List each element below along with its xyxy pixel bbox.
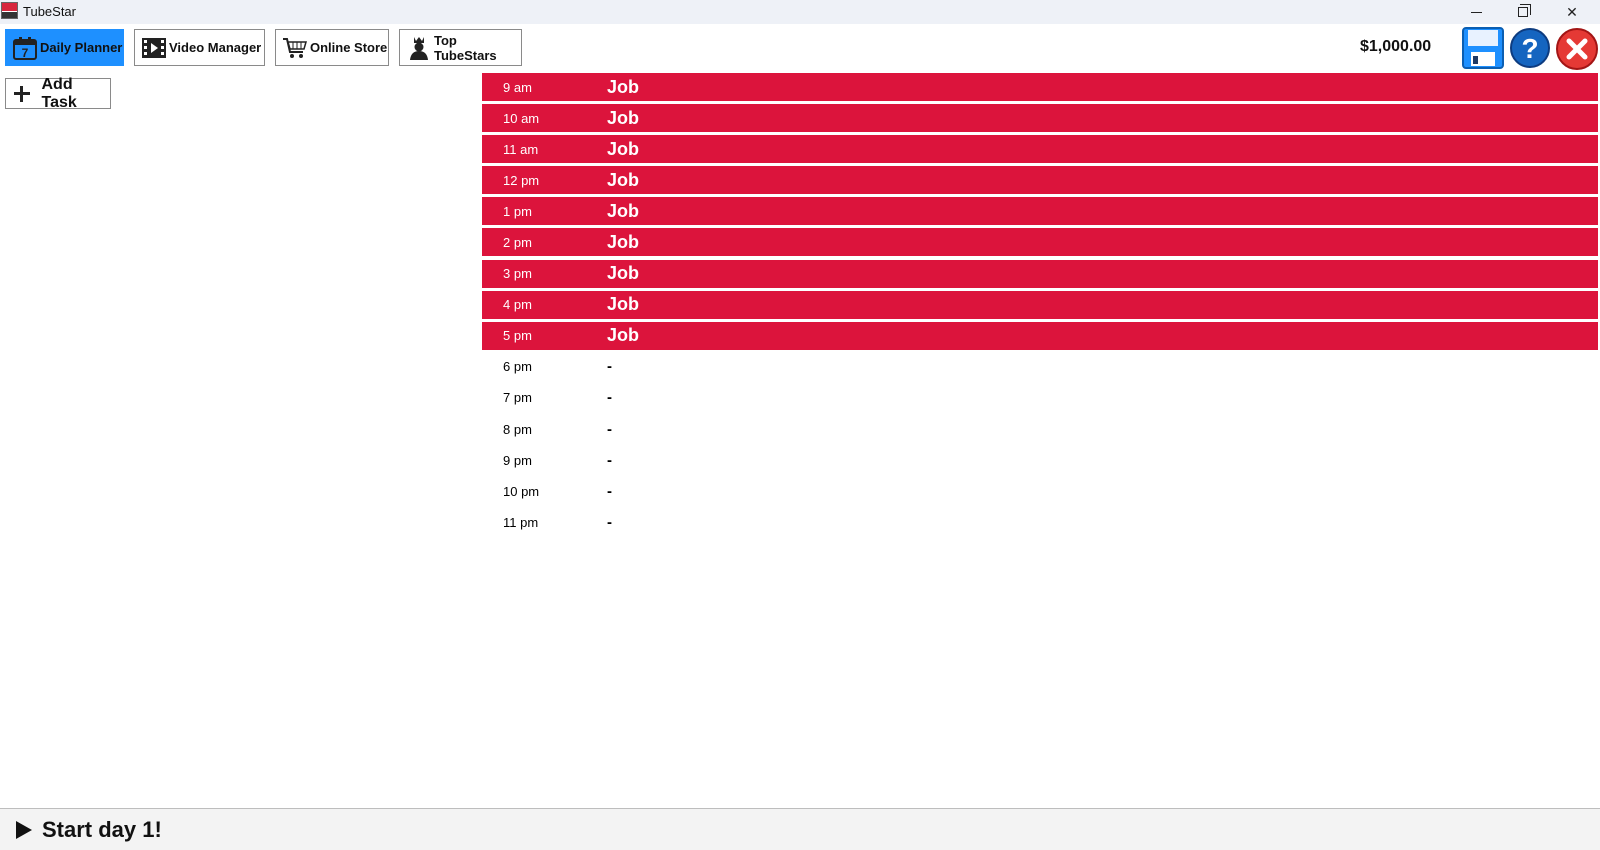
schedule-task: Job bbox=[607, 200, 640, 221]
tab-top-tubestars[interactable]: Top TubeStars bbox=[399, 29, 522, 66]
schedule-time: 8 pm bbox=[503, 421, 532, 437]
app-logo-icon bbox=[1, 2, 18, 19]
schedule-row[interactable]: 3 pm Job bbox=[482, 259, 1598, 288]
money-balance: $1,000.00 bbox=[1360, 38, 1432, 55]
tab-online-store[interactable]: Online Store bbox=[275, 29, 389, 66]
schedule-task: Job bbox=[607, 138, 640, 159]
schedule-row[interactable]: 11 pm - bbox=[482, 508, 1598, 536]
add-task-button[interactable]: Add Task bbox=[5, 75, 111, 111]
schedule-time: 11 am bbox=[503, 141, 539, 157]
help-button[interactable]: ? bbox=[1510, 28, 1550, 68]
add-task-label: Add Task bbox=[41, 75, 77, 111]
window-close-button[interactable]: ✕ bbox=[1549, 0, 1595, 24]
save-button[interactable] bbox=[1462, 27, 1504, 69]
schedule-row[interactable]: 2 pm Job bbox=[482, 228, 1598, 257]
schedule-task: - bbox=[607, 513, 612, 531]
title-bar: TubeStar ✕ bbox=[0, 0, 1600, 24]
schedule-time: 7 pm bbox=[503, 390, 532, 406]
tab-online-store-label: Online Store bbox=[310, 40, 388, 55]
schedule-time: 2 pm bbox=[503, 234, 532, 250]
start-day-label: Start day 1! bbox=[42, 816, 162, 842]
schedule-task: Job bbox=[607, 231, 640, 252]
minimize-button[interactable] bbox=[1453, 0, 1499, 24]
schedule-time: 11 pm bbox=[503, 514, 539, 530]
schedule-row[interactable]: 6 pm - bbox=[482, 353, 1598, 381]
schedule-task: - bbox=[607, 482, 612, 500]
schedule-row[interactable]: 11 am Job bbox=[482, 135, 1598, 164]
tab-daily-planner-label: Daily Planner bbox=[40, 40, 123, 55]
schedule-time: 9 pm bbox=[503, 452, 532, 468]
schedule-row[interactable]: 8 pm - bbox=[482, 415, 1598, 443]
plus-icon bbox=[14, 85, 31, 102]
schedule-row[interactable]: 5 pm Job bbox=[482, 321, 1598, 350]
schedule-time: 1 pm bbox=[503, 203, 532, 219]
schedule-task: - bbox=[607, 389, 612, 407]
svg-text:?: ? bbox=[1521, 33, 1538, 64]
schedule-time: 3 pm bbox=[503, 266, 532, 282]
crown-person-icon bbox=[406, 35, 432, 61]
tab-video-manager-label: Video Manager bbox=[169, 40, 262, 55]
tab-video-manager[interactable]: Video Manager bbox=[134, 29, 265, 66]
minimize-icon bbox=[1470, 11, 1482, 13]
play-icon bbox=[16, 820, 32, 839]
restore-button[interactable] bbox=[1500, 0, 1546, 24]
schedule-row[interactable]: 9 am Job bbox=[482, 73, 1598, 101]
restore-icon bbox=[1518, 4, 1531, 17]
schedule-time: 5 pm bbox=[503, 328, 532, 344]
daily-schedule: 9 am Job 10 am Job 11 am Job 12 pm Job 1 pm Job 2 … bbox=[482, 73, 1598, 539]
cart-icon bbox=[282, 35, 308, 61]
calendar-icon: 7 bbox=[12, 35, 38, 61]
schedule-row[interactable]: 1 pm Job bbox=[482, 197, 1598, 226]
schedule-time: 9 am bbox=[503, 79, 532, 95]
schedule-task: - bbox=[607, 420, 612, 438]
schedule-row[interactable]: 7 pm - bbox=[482, 384, 1598, 412]
schedule-time: 12 pm bbox=[503, 172, 540, 188]
floppy-disk-icon bbox=[1462, 27, 1504, 69]
schedule-row[interactable]: 4 pm Job bbox=[482, 290, 1598, 319]
schedule-row[interactable]: 12 pm Job bbox=[482, 166, 1598, 195]
schedule-row[interactable]: 10 pm - bbox=[482, 477, 1598, 505]
schedule-task: Job bbox=[607, 294, 640, 315]
schedule-row[interactable]: 9 pm - bbox=[482, 446, 1598, 474]
window-title: TubeStar bbox=[23, 4, 76, 19]
film-icon bbox=[141, 35, 167, 61]
calendar-day-label: 7 bbox=[22, 46, 29, 60]
exit-game-button[interactable] bbox=[1556, 28, 1598, 70]
schedule-task: Job bbox=[607, 169, 640, 190]
schedule-time: 4 pm bbox=[503, 297, 532, 313]
start-day-button[interactable]: Start day 1! bbox=[0, 808, 1600, 850]
close-x-icon bbox=[1556, 28, 1598, 70]
tab-top-tubestars-label: Top TubeStars bbox=[434, 32, 497, 63]
schedule-task: Job bbox=[607, 325, 640, 346]
question-mark-icon: ? bbox=[1510, 28, 1550, 68]
schedule-task: Job bbox=[607, 107, 640, 128]
schedule-task: - bbox=[607, 451, 612, 469]
schedule-row[interactable]: 10 am Job bbox=[482, 104, 1598, 133]
close-icon: ✕ bbox=[1566, 3, 1578, 20]
schedule-task: Job bbox=[607, 76, 640, 97]
schedule-time: 10 am bbox=[503, 110, 540, 126]
tab-daily-planner[interactable]: 7 Daily Planner bbox=[5, 29, 124, 66]
schedule-time: 6 pm bbox=[503, 359, 532, 375]
schedule-time: 10 pm bbox=[503, 483, 540, 499]
schedule-task: - bbox=[607, 358, 612, 376]
schedule-task: Job bbox=[607, 263, 640, 284]
